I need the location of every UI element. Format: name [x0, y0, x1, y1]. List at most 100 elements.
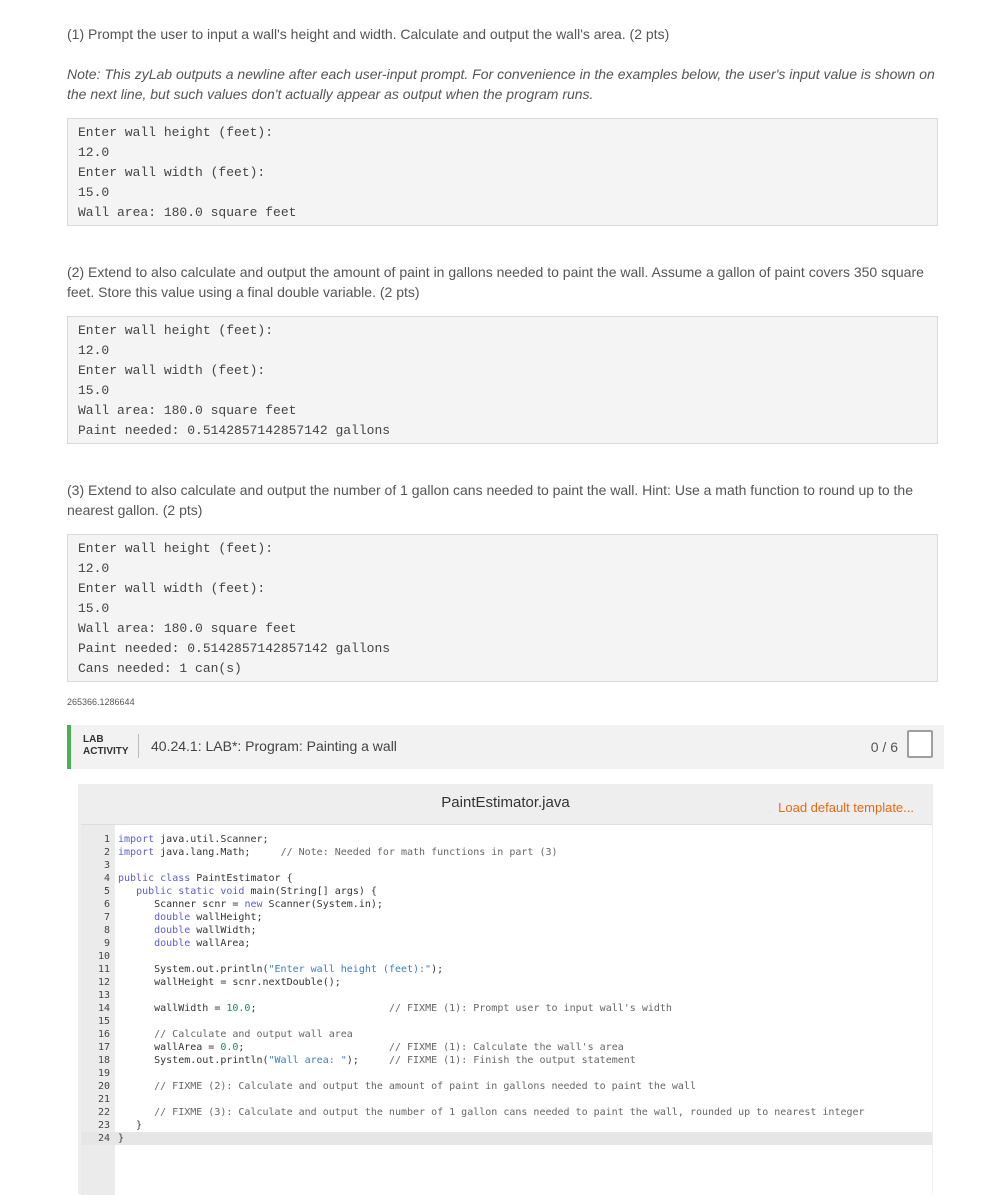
line-number: 9 [103, 938, 110, 949]
code-text[interactable]: public class PaintEstimator { [118, 872, 293, 885]
line-number: 17 [97, 1042, 110, 1053]
line-number: 16 [97, 1029, 110, 1040]
output-line: Enter wall height (feet): [78, 125, 274, 140]
line-number: 10 [97, 951, 110, 962]
code-line[interactable]: 16 // Calculate and output wall area [81, 1028, 932, 1041]
code-line[interactable]: 15 [81, 1015, 932, 1028]
line-number: 13 [97, 990, 110, 1001]
output-line: 15.0 [78, 383, 110, 398]
code-line[interactable]: 6 Scanner scnr = new Scanner(System.in); [81, 898, 932, 911]
code-text[interactable]: } [118, 1132, 124, 1145]
code-text[interactable]: // FIXME (2): Calculate and output the a… [118, 1080, 696, 1093]
lab-tag-line2: ACTIVITY [83, 746, 129, 757]
load-default-template-link[interactable]: Load default template... [778, 800, 914, 815]
line-number: 4 [103, 873, 110, 884]
code-text[interactable]: Scanner scnr = new Scanner(System.in); [118, 898, 383, 911]
code-line[interactable]: 1 import java.util.Scanner; [81, 833, 932, 846]
code-editor[interactable]: 1 import java.util.Scanner; 2 import java.l… [81, 824, 932, 1195]
code-line[interactable]: 21 [81, 1093, 932, 1106]
code-text[interactable]: // FIXME (3): Calculate and output the n… [118, 1106, 864, 1119]
output-line: 15.0 [78, 601, 110, 616]
lab-id: 265366.1286644 [67, 697, 135, 707]
output-line: Paint needed: 0.5142857142857142 gallons [78, 423, 391, 438]
code-text[interactable]: System.out.println("Wall area: "); // FI… [118, 1054, 636, 1067]
code-text[interactable]: double wallArea; [118, 937, 250, 950]
code-line[interactable]: 11 System.out.println("Enter wall height… [81, 963, 932, 976]
output-line: 12.0 [78, 145, 110, 160]
line-number: 19 [97, 1068, 110, 1079]
code-line[interactable]: 12 wallHeight = scnr.nextDouble(); [81, 976, 932, 989]
output-line: Enter wall height (feet): [78, 323, 274, 338]
code-text[interactable]: double wallWidth; [118, 924, 256, 937]
line-number: 2 [103, 847, 110, 858]
code-text[interactable]: wallHeight = scnr.nextDouble(); [118, 976, 341, 989]
part2-instructions: (2) Extend to also calculate and output … [67, 264, 924, 300]
lab-tag-line1: LAB [83, 734, 104, 745]
code-line[interactable]: 19 [81, 1067, 932, 1080]
code-editor-panel: PaintEstimator.java Load default templat… [78, 784, 933, 1195]
code-text[interactable]: double wallHeight; [118, 911, 262, 924]
output-line: Paint needed: 0.5142857142857142 gallons [78, 641, 391, 656]
output-line: Wall area: 180.0 square feet [78, 205, 297, 220]
code-line[interactable]: 20 // FIXME (2): Calculate and output th… [81, 1080, 932, 1093]
line-number: 3 [103, 860, 110, 871]
output-line: 15.0 [78, 185, 110, 200]
output-line: Cans needed: 1 can(s) [78, 661, 242, 676]
score-status-box [907, 730, 933, 758]
code-line[interactable]: 4 public class PaintEstimator { [81, 872, 932, 885]
code-line[interactable]: 18 System.out.println("Wall area: "); //… [81, 1054, 932, 1067]
code-line[interactable]: 23 } [81, 1119, 932, 1132]
code-line[interactable]: 17 wallArea = 0.0; // FIXME (1): Calcula… [81, 1041, 932, 1054]
code-line[interactable]: 10 [81, 950, 932, 963]
part3-example-output: Enter wall height (feet): 12.0 Enter wall … [67, 534, 938, 682]
code-text[interactable]: wallArea = 0.0; // FIXME (1): Calculate … [118, 1041, 624, 1054]
code-line[interactable]: 13 [81, 989, 932, 1002]
line-number: 11 [97, 964, 110, 975]
part1-example-output: Enter wall height (feet): 12.0 Enter wall … [67, 118, 938, 226]
line-number: 5 [103, 886, 110, 897]
part2-example-output: Enter wall height (feet): 12.0 Enter wall … [67, 316, 938, 444]
code-line[interactable]: 9 double wallArea; [81, 937, 932, 950]
lab-activity-header: LAB ACTIVITY 40.24.1: LAB*: Program: Pai… [67, 725, 944, 769]
line-number: 18 [97, 1055, 110, 1066]
part1-note: Note: This zyLab outputs a newline after… [67, 66, 935, 102]
line-number: 20 [97, 1081, 110, 1092]
line-number: 8 [103, 925, 110, 936]
code-text[interactable]: public static void main(String[] args) { [118, 885, 377, 898]
output-line: Wall area: 180.0 square feet [78, 621, 297, 636]
line-number: 14 [97, 1003, 110, 1014]
lab-activity-tag: LAB ACTIVITY [83, 734, 139, 758]
code-line[interactable]: 14 wallWidth = 10.0; // FIXME (1): Promp… [81, 1002, 932, 1015]
code-text[interactable]: // Calculate and output wall area [118, 1028, 353, 1041]
code-line[interactable]: 22 // FIXME (3): Calculate and output th… [81, 1106, 932, 1119]
line-number: 15 [97, 1016, 110, 1027]
line-number: 22 [97, 1107, 110, 1118]
code-line[interactable]: 3 [81, 859, 932, 872]
output-line: Enter wall width (feet): [78, 363, 266, 378]
line-number: 7 [103, 912, 110, 923]
code-line[interactable]: 5 public static void main(String[] args)… [81, 885, 932, 898]
code-text[interactable]: } [118, 1119, 142, 1132]
line-number: 12 [97, 977, 110, 988]
code-line[interactable]: 2 import java.lang.Math; // Note: Needed … [81, 846, 932, 859]
line-number: 24 [97, 1133, 110, 1144]
code-text[interactable]: System.out.println("Enter wall height (f… [118, 963, 443, 976]
line-number: 21 [97, 1094, 110, 1105]
code-text[interactable]: import java.lang.Math; // Note: Needed f… [118, 846, 558, 859]
output-line: Enter wall width (feet): [78, 581, 266, 596]
part1-instructions: (1) Prompt the user to input a wall's he… [67, 26, 670, 42]
code-text[interactable]: import java.util.Scanner; [118, 833, 269, 846]
code-line[interactable]: 24} [81, 1132, 932, 1145]
code-line[interactable]: 7 double wallHeight; [81, 911, 932, 924]
output-line: Enter wall width (feet): [78, 165, 266, 180]
output-line: 12.0 [78, 343, 110, 358]
line-number: 1 [103, 834, 110, 845]
code-lines[interactable]: 1 import java.util.Scanner; 2 import java.l… [81, 833, 932, 1145]
output-line: 12.0 [78, 561, 110, 576]
line-number: 23 [97, 1120, 110, 1131]
output-line: Enter wall height (feet): [78, 541, 274, 556]
output-line: Wall area: 180.0 square feet [78, 403, 297, 418]
lab-score: 0 / 6 [870, 739, 898, 755]
code-line[interactable]: 8 double wallWidth; [81, 924, 932, 937]
code-text[interactable]: wallWidth = 10.0; // FIXME (1): Prompt u… [118, 1002, 672, 1015]
